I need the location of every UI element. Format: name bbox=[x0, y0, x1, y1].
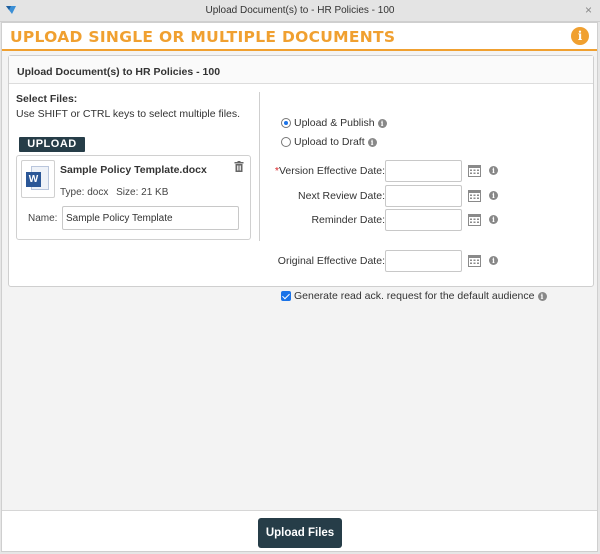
version-effective-date-input[interactable] bbox=[385, 160, 462, 182]
calendar-icon[interactable] bbox=[468, 255, 481, 267]
upload-publish-label: Upload & Publish bbox=[294, 117, 375, 129]
next-review-date-label: Next Review Date: bbox=[298, 190, 385, 202]
trash-icon[interactable] bbox=[234, 161, 244, 172]
select-files-label: Select Files: bbox=[16, 93, 78, 105]
info-icon[interactable]: i bbox=[537, 291, 547, 301]
info-icon[interactable]: i bbox=[489, 215, 498, 224]
original-effective-date-label: Original Effective Date: bbox=[277, 255, 385, 267]
read-ack-option[interactable]: Generate read ack. request for the defau… bbox=[281, 290, 547, 302]
info-icon[interactable]: i bbox=[489, 191, 498, 200]
info-icon[interactable]: i bbox=[367, 137, 377, 147]
file-name: Sample Policy Template.docx bbox=[60, 164, 207, 176]
original-effective-date-row: Original Effective Date: i bbox=[265, 250, 595, 272]
original-effective-date-input[interactable] bbox=[385, 250, 462, 272]
next-review-date-row: Next Review Date: i bbox=[265, 185, 595, 207]
read-ack-label: Generate read ack. request for the defau… bbox=[294, 290, 535, 302]
reminder-date-label: Reminder Date: bbox=[311, 214, 385, 226]
word-letter: W bbox=[26, 172, 41, 187]
file-card: W Sample Policy Template.docx Type: docx… bbox=[16, 155, 251, 240]
file-size: Size: 21 KB bbox=[116, 187, 169, 198]
window-titlebar: Upload Document(s) to - HR Policies - 10… bbox=[0, 0, 600, 22]
panel-title: Upload Document(s) to HR Policies - 100 bbox=[9, 56, 593, 84]
column-divider bbox=[259, 92, 260, 241]
calendar-icon[interactable] bbox=[468, 190, 481, 202]
heading-bar: UPLOAD SINGLE OR MULTIPLE DOCUMENTS i bbox=[2, 23, 597, 51]
select-files-hint: Use SHIFT or CTRL keys to select multipl… bbox=[16, 108, 241, 120]
select-files-section: Select Files: Use SHIFT or CTRL keys to … bbox=[16, 93, 252, 240]
close-icon[interactable]: × bbox=[585, 3, 592, 17]
upload-publish-radio[interactable] bbox=[281, 118, 291, 128]
file-type: Type: docx bbox=[60, 187, 109, 198]
reminder-date-input[interactable] bbox=[385, 209, 462, 231]
info-icon[interactable]: i bbox=[489, 256, 498, 265]
window-title: Upload Document(s) to - HR Policies - 10… bbox=[205, 5, 395, 16]
upload-draft-label: Upload to Draft bbox=[294, 136, 365, 148]
name-label: Name: bbox=[28, 213, 58, 224]
dialog-footer: Upload Files bbox=[2, 510, 597, 551]
info-icon[interactable]: i bbox=[571, 27, 589, 45]
calendar-icon[interactable] bbox=[468, 165, 481, 177]
next-review-date-input[interactable] bbox=[385, 185, 462, 207]
read-ack-checkbox[interactable] bbox=[281, 291, 291, 301]
word-document-icon: W bbox=[21, 160, 55, 198]
info-icon[interactable]: i bbox=[489, 166, 498, 175]
reminder-date-row: Reminder Date: i bbox=[265, 209, 595, 231]
upload-draft-radio[interactable] bbox=[281, 137, 291, 147]
upload-dialog: UPLOAD SINGLE OR MULTIPLE DOCUMENTS i Up… bbox=[1, 22, 598, 552]
upload-button[interactable]: UPLOAD bbox=[19, 137, 85, 152]
version-effective-date-label: *Version Effective Date: bbox=[274, 165, 385, 177]
file-meta: Type: docx Size: 21 KB bbox=[60, 187, 173, 198]
calendar-icon[interactable] bbox=[468, 214, 481, 226]
info-icon[interactable]: i bbox=[377, 118, 387, 128]
version-effective-date-row: *Version Effective Date: i bbox=[265, 160, 595, 182]
upload-panel: Upload Document(s) to HR Policies - 100 … bbox=[8, 55, 595, 302]
document-name-input[interactable] bbox=[62, 206, 239, 230]
page-title: UPLOAD SINGLE OR MULTIPLE DOCUMENTS bbox=[10, 28, 396, 46]
upload-draft-option[interactable]: Upload to Draft i bbox=[281, 136, 377, 148]
upload-publish-option[interactable]: Upload & Publish i bbox=[281, 117, 387, 129]
upload-files-button[interactable]: Upload Files bbox=[258, 518, 342, 548]
